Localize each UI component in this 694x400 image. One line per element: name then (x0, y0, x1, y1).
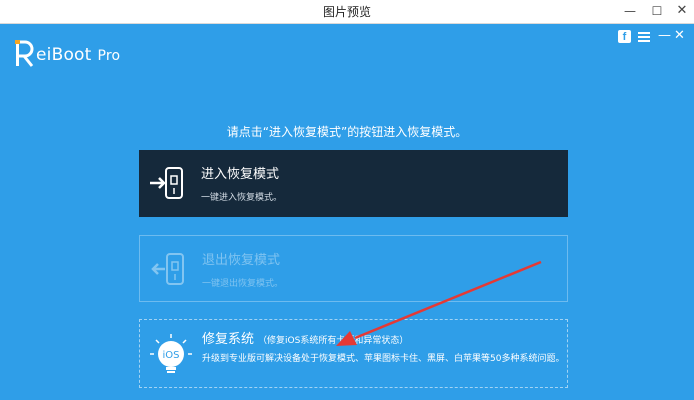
repair-system-subtitle: 升级到专业版可解决设备处于恢复模式、苹果图标卡住、黑屏、白苹果等50多种系统问题… (202, 354, 565, 364)
app-name-suffix: Pro (97, 48, 121, 64)
app-name: eiBoot Pro (36, 45, 120, 65)
app-name-main: eiBoot (36, 45, 92, 65)
app-close-button[interactable]: ✕ (674, 28, 685, 43)
ios-lightbulb-icon: iOS (150, 334, 192, 373)
repair-system-title: 修复系统 （修复iOS系统所有卡顿和异常状态） (202, 328, 408, 347)
window-title: 图片预览 (322, 5, 371, 19)
exit-recovery-subtitle: 一键退出恢复模式。 (202, 279, 284, 289)
app-minimize-button[interactable]: — (658, 28, 671, 43)
instruction-text: 请点击“进入恢复模式”的按钮进入恢复模式。 (226, 125, 468, 139)
reiboot-app: eiBoot Pro f — ✕ 请点击“进入恢复模式”的按钮进入恢复模式。 进入… (0, 25, 694, 400)
enter-recovery-mode-button[interactable]: 进入恢复模式 一键进入恢复模式。 (139, 150, 568, 217)
menu-icon[interactable] (638, 32, 650, 42)
repair-system-button[interactable]: iOS 修复系统 （修复iOS系统所有卡顿和异常状态） 升级到专业版可解决设备处于… (139, 319, 568, 388)
exit-recovery-title: 退出恢复模式 (202, 253, 281, 268)
exit-recovery-mode-button[interactable]: 退出恢复模式 一键退出恢复模式。 (139, 235, 568, 302)
enter-recovery-phone-icon (150, 167, 183, 199)
window-maximize-button[interactable]: ☐ (643, 0, 671, 24)
enter-recovery-subtitle: 一键进入恢复模式。 (201, 193, 283, 203)
facebook-icon[interactable]: f (618, 30, 631, 43)
enter-recovery-title: 进入恢复模式 (201, 167, 280, 182)
repair-system-tag: （修复iOS系统所有卡顿和异常状态） (258, 336, 409, 346)
window-minimize-button[interactable]: — (616, 0, 644, 24)
exit-recovery-phone-icon (151, 253, 184, 285)
ios-icon-label: iOS (163, 350, 180, 361)
reiboot-logo-icon (15, 40, 34, 67)
window-close-button[interactable]: ✕ (668, 0, 694, 24)
window-titlebar: 图片预览 — ☐ ✕ (0, 0, 694, 24)
repair-system-title-text: 修复系统 (202, 332, 255, 347)
